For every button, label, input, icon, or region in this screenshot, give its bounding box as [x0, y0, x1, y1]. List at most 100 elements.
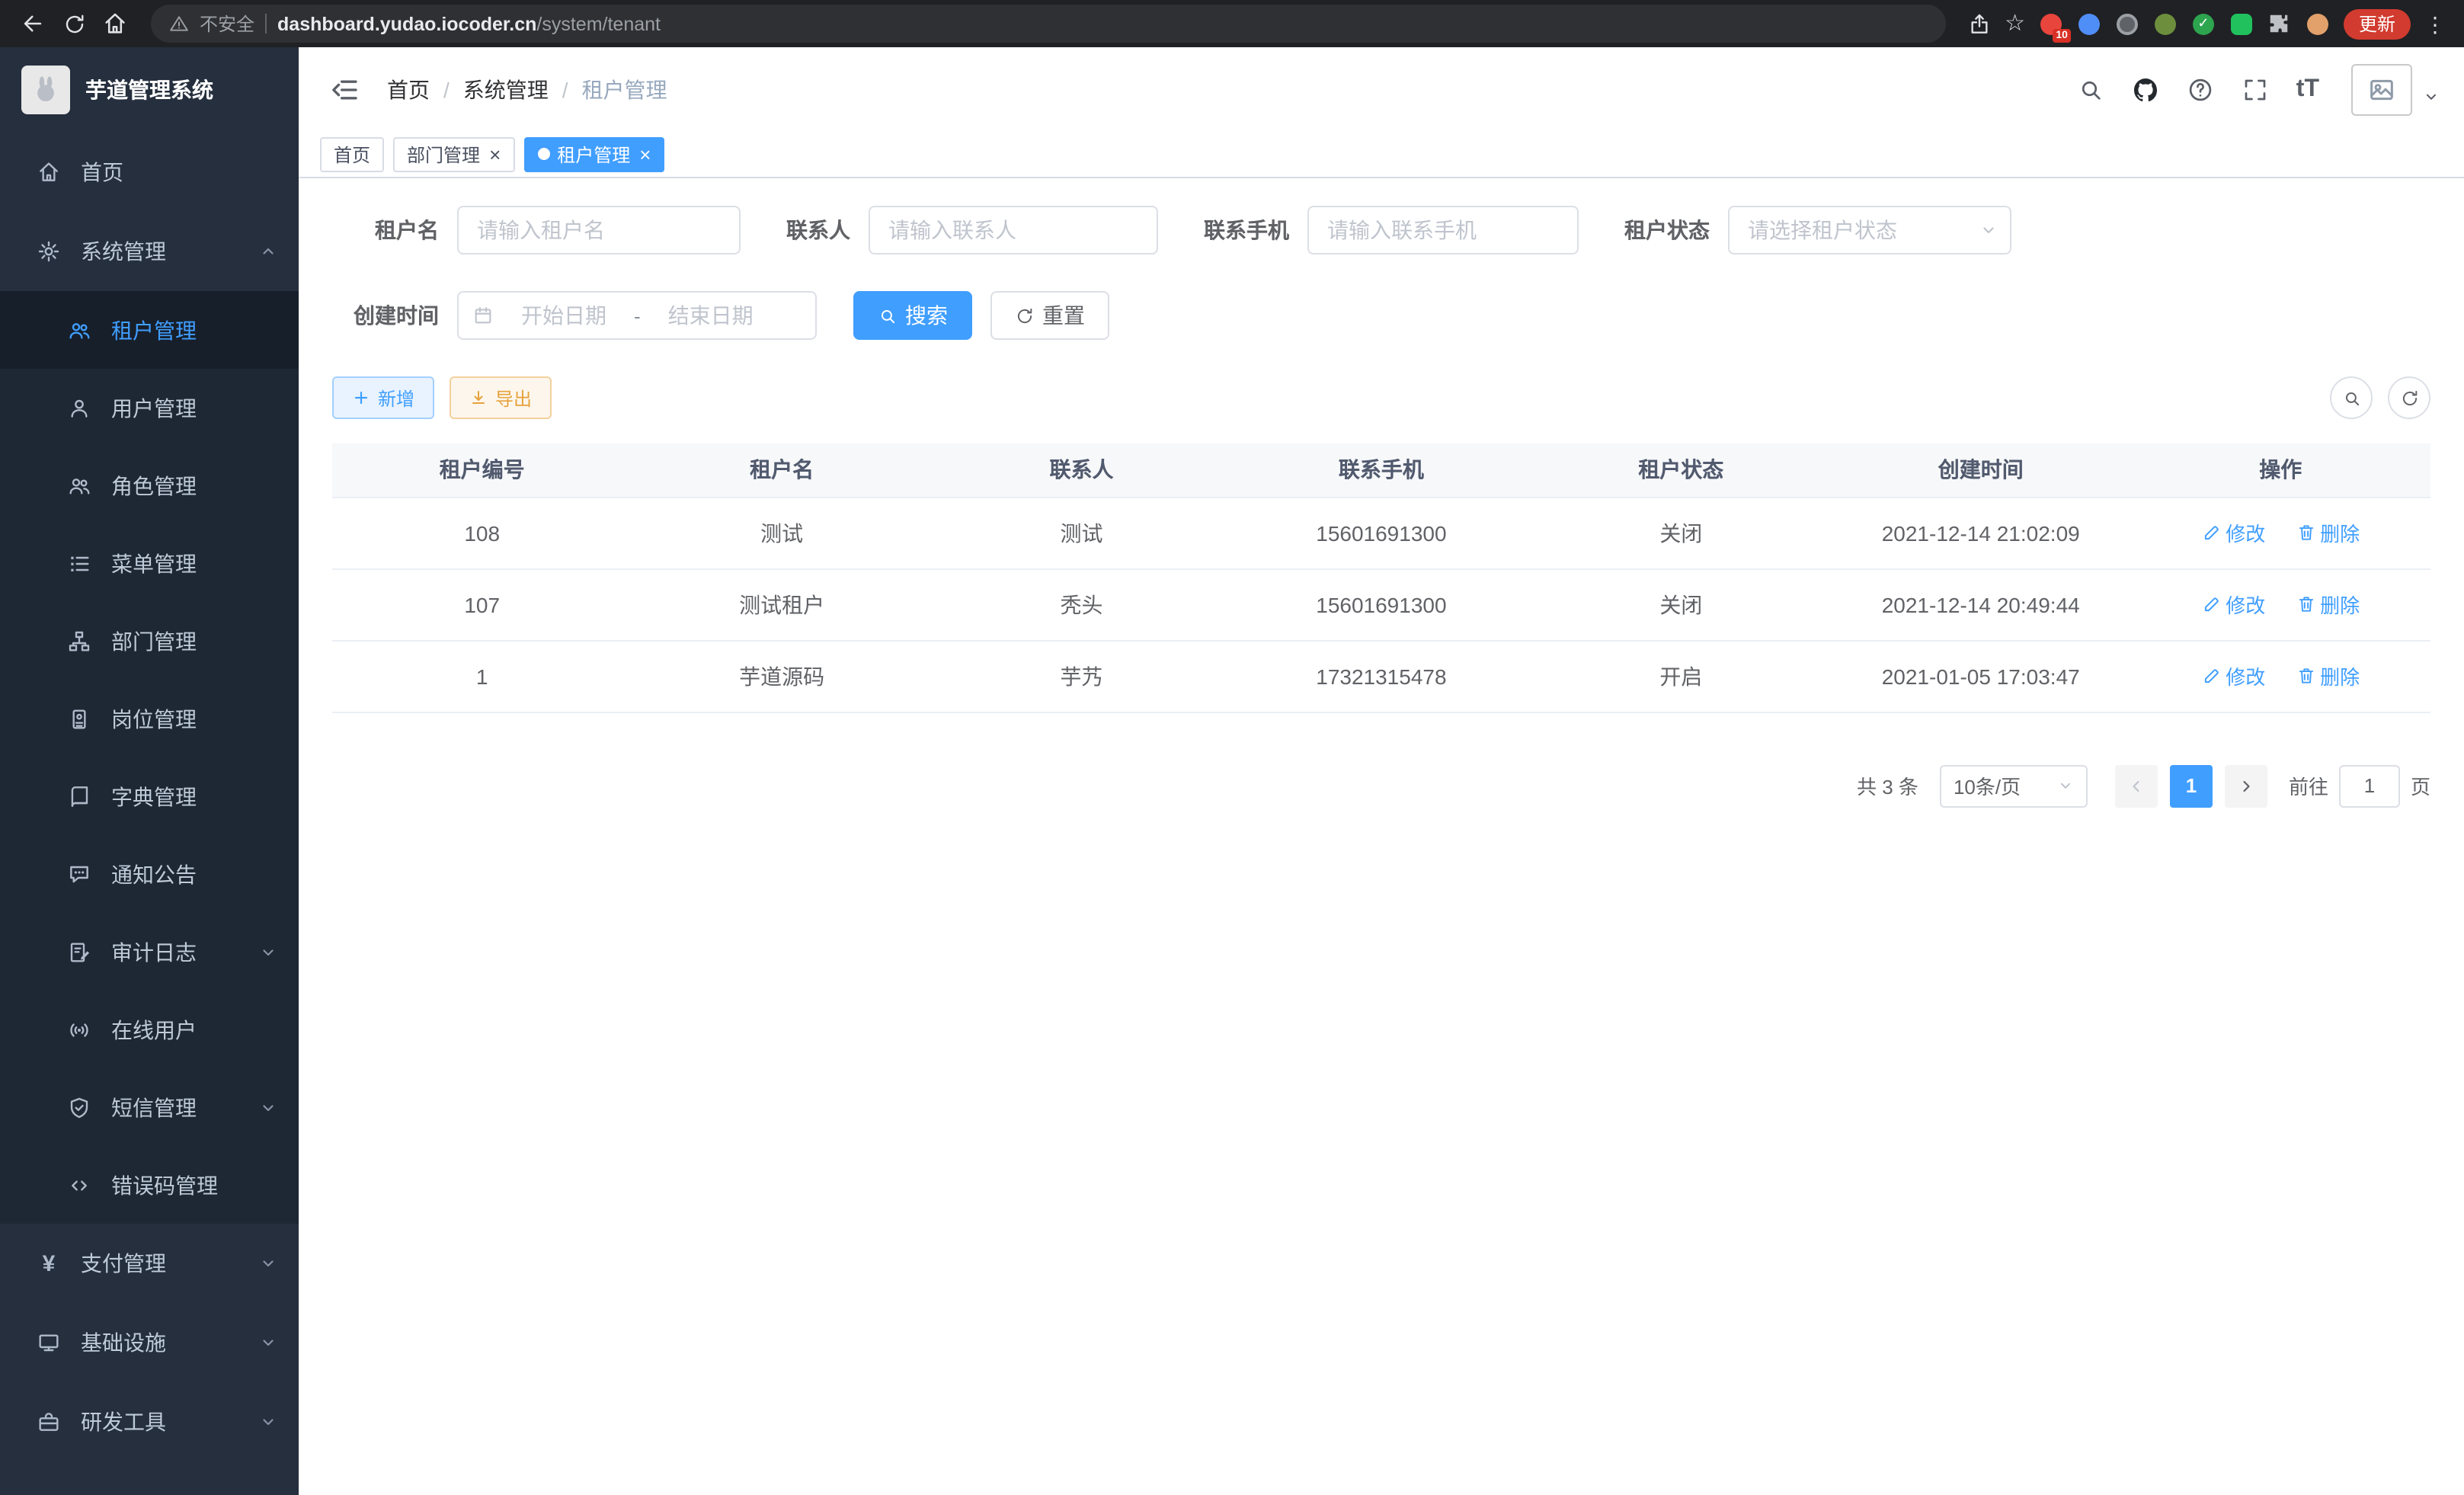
goto-page-input[interactable]	[2339, 764, 2400, 807]
chevron-down-icon	[259, 1254, 277, 1273]
sidebar-item-system[interactable]: 系统管理	[0, 212, 299, 291]
close-icon[interactable]: ×	[639, 144, 651, 164]
sidebar-item-dict[interactable]: 字典管理	[0, 757, 299, 835]
filter-status: 租户状态	[1624, 206, 2011, 255]
prev-page-button[interactable]	[2115, 764, 2158, 807]
sidebar-item-home[interactable]: 首页	[0, 133, 299, 212]
tenant-name-input[interactable]	[457, 206, 741, 255]
sidebar-item-label: 租户管理	[111, 315, 197, 345]
sidebar-item-notice[interactable]: 通知公告	[0, 835, 299, 913]
edit-button[interactable]: 修改	[2201, 590, 2265, 619]
end-date-input[interactable]	[647, 303, 775, 328]
github-icon[interactable]	[2118, 75, 2173, 103]
fullscreen-icon[interactable]	[2228, 75, 2283, 103]
sidebar-item-tools[interactable]: 研发工具	[0, 1382, 299, 1461]
user-avatar[interactable]	[2351, 63, 2412, 115]
sidebar-item-audit[interactable]: 审计日志	[0, 913, 299, 991]
tab-label: 首页	[334, 141, 370, 167]
extension-icon-2[interactable]	[2077, 11, 2101, 36]
tab-dept[interactable]: 部门管理 ×	[393, 136, 514, 171]
browser-refresh-button[interactable]	[53, 3, 94, 44]
extension-icon-5[interactable]: ✓	[2191, 11, 2216, 36]
sidebar-item-label: 研发工具	[81, 1407, 166, 1437]
bookmark-star-icon[interactable]: ☆	[2005, 12, 2025, 35]
app-logo[interactable]: 芋道管理系统	[0, 47, 299, 133]
extension-icon-3[interactable]	[2115, 11, 2139, 36]
browser-update-button[interactable]: 更新	[2344, 8, 2411, 39]
search-button[interactable]: 搜索	[853, 291, 972, 340]
url-path: /system/tenant	[536, 13, 661, 34]
sidebar-item-role[interactable]: 角色管理	[0, 447, 299, 524]
reset-button[interactable]: 重置	[990, 291, 1109, 340]
extension-icon-4[interactable]	[2153, 11, 2178, 36]
page-size-select[interactable]: 10条/页	[1940, 764, 2088, 807]
extension-icon-1[interactable]: 10	[2039, 11, 2063, 36]
sidebar-item-post[interactable]: 岗位管理	[0, 680, 299, 757]
delete-button[interactable]: 删除	[2296, 518, 2360, 547]
delete-button[interactable]: 删除	[2296, 661, 2360, 690]
cell-actions: 修改 删除	[2130, 640, 2430, 712]
sidebar-item-menu[interactable]: 菜单管理	[0, 524, 299, 602]
address-bar[interactable]: 不安全 dashboard.yudao.iocoder.cn/system/te…	[151, 5, 1945, 43]
tab-label: 租户管理	[557, 141, 630, 167]
sidebar-collapse-icon[interactable]	[323, 68, 366, 110]
toggle-search-button[interactable]	[2330, 376, 2373, 419]
sidebar-item-online[interactable]: 在线用户	[0, 991, 299, 1068]
contact-input[interactable]	[869, 206, 1158, 255]
browser-back-button[interactable]	[12, 3, 53, 44]
add-button[interactable]: 新增	[332, 376, 434, 419]
cell-actions: 修改 删除	[2130, 497, 2430, 568]
navbar-actions: tT	[2063, 63, 2440, 115]
delete-button[interactable]: 删除	[2296, 590, 2360, 619]
help-question-icon[interactable]	[2173, 75, 2228, 103]
browser-menu-icon[interactable]: ⋮	[2424, 13, 2446, 34]
extensions-puzzle-icon[interactable]	[2267, 11, 2292, 36]
page-1-button[interactable]: 1	[2170, 764, 2213, 807]
start-date-input[interactable]	[500, 303, 628, 328]
edit-button[interactable]: 修改	[2201, 518, 2265, 547]
pagination-total: 共 3 条	[1857, 771, 1918, 800]
export-button[interactable]: 导出	[450, 376, 552, 419]
font-size-icon[interactable]: tT	[2283, 75, 2333, 103]
cell-created: 2021-12-14 21:02:09	[1831, 497, 2130, 568]
sidebar-item-label: 短信管理	[111, 1092, 197, 1122]
next-page-button[interactable]	[2225, 764, 2267, 807]
breadcrumb-system[interactable]: 系统管理	[463, 74, 549, 104]
sidebar-item-infra[interactable]: 基础设施	[0, 1303, 299, 1382]
table-row: 1 芋道源码 芋艿 17321315478 开启 2021-01-05 17:0…	[332, 640, 2430, 712]
tab-tenant[interactable]: 租户管理 ×	[523, 136, 664, 171]
filter-create-time: 创建时间 -	[332, 291, 817, 340]
active-tab-dot	[537, 148, 549, 160]
monitor-icon	[30, 1330, 67, 1355]
chevron-up-icon	[259, 242, 277, 261]
share-icon[interactable]	[1966, 11, 1991, 36]
breadcrumb-home[interactable]: 首页	[387, 74, 430, 104]
browser-home-button[interactable]	[94, 3, 136, 44]
refresh-table-button[interactable]	[2388, 376, 2430, 419]
avatar-caret-icon[interactable]	[2412, 73, 2440, 105]
sidebar-item-sms[interactable]: 短信管理	[0, 1068, 299, 1146]
edit-button[interactable]: 修改	[2201, 661, 2265, 690]
date-range-picker[interactable]: -	[457, 291, 817, 340]
header-search-icon[interactable]	[2063, 75, 2118, 103]
table-row: 107 测试租户 秃头 15601691300 关闭 2021-12-14 20…	[332, 568, 2430, 640]
sidebar-item-dept[interactable]: 部门管理	[0, 602, 299, 680]
table-mini-tools	[2330, 376, 2430, 419]
security-label[interactable]: 不安全	[200, 11, 254, 37]
cell-status: 关闭	[1531, 568, 1831, 640]
phone-input[interactable]	[1307, 206, 1579, 255]
tabs-bar: 首页 部门管理 × 租户管理 ×	[299, 131, 2464, 178]
sidebar-item-user[interactable]: 用户管理	[0, 369, 299, 447]
cell-phone: 17321315478	[1231, 640, 1531, 712]
page-unit-label: 页	[2411, 771, 2430, 800]
sidebar-item-pay[interactable]: ¥ 支付管理	[0, 1224, 299, 1303]
sidebar-item-errcode[interactable]: 错误码管理	[0, 1146, 299, 1224]
browser-profile-avatar[interactable]	[2306, 11, 2330, 36]
status-select[interactable]	[1728, 206, 2011, 255]
extension-icon-6[interactable]	[2229, 11, 2254, 36]
sidebar-item-tenant[interactable]: 租户管理	[0, 291, 299, 369]
close-icon[interactable]: ×	[489, 144, 501, 164]
tab-home[interactable]: 首页	[320, 136, 384, 171]
pagination: 共 3 条 10条/页 1 前往 页	[332, 764, 2430, 807]
tree-icon	[61, 629, 98, 653]
